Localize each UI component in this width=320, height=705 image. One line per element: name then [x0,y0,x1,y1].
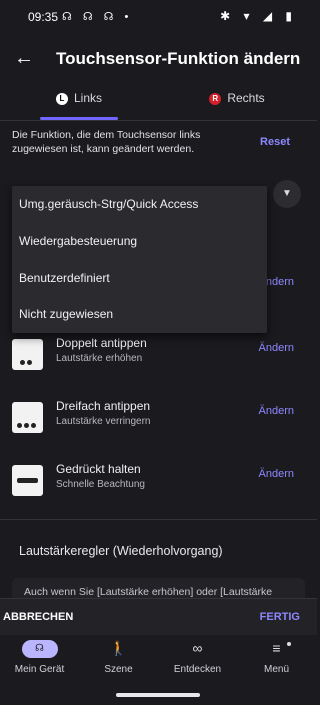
gesture-title: Dreifach antippen [56,399,151,413]
dropdown-caret-icon[interactable]: ▼ [273,180,301,208]
tab-left[interactable]: L Links [0,84,158,120]
nav-label: Entdecken [173,664,222,675]
menu-icon: ≡ [272,640,281,656]
status-bar: 09:35 ☊ ☊ ☊ • ✱ ▾ ◢ ▮ [0,0,317,34]
right-badge-icon: R [209,93,222,105]
section-divider [0,519,317,520]
notification-icons: ☊ ☊ ☊ • [62,11,133,23]
notification-dot-icon [287,642,291,646]
gesture-subtitle: Lautstärke verringern [56,416,151,427]
volume-section-title: Lautstärkeregler (Wiederholvorgang) [19,544,223,558]
app-bar: ← Touchsensor-Funktion ändern [0,40,317,80]
gesture-row-double-tap: Doppelt antippen Lautstärke erhöhen Ände… [0,334,317,382]
menu-item-custom[interactable]: Benutzerdefiniert [12,260,267,297]
reset-button[interactable]: Reset [260,136,290,148]
side-tabs: L Links R Rechts [0,84,317,121]
gesture-subtitle: Lautstärke erhöhen [56,353,143,364]
action-bar: ABBRECHEN FERTIG [0,598,317,635]
gesture-title: Gedrückt halten [56,462,141,476]
walking-person-icon: 🚶 [109,640,128,656]
volume-info-text: Auch wenn Sie [Lautstärke erhöhen] oder … [24,586,273,598]
change-button-triple-tap[interactable]: Ändern [259,405,294,417]
cancel-button[interactable]: ABBRECHEN [3,611,73,623]
change-button-double-tap[interactable]: Ändern [259,342,294,354]
nav-label: Mein Gerät [14,664,65,675]
tab-indicator [40,117,118,120]
nav-label: Menü [263,664,289,675]
gesture-subtitle: Schnelle Beachtung [56,479,145,490]
nav-menu[interactable]: ≡ Menü [237,638,316,675]
dropdown-menu: Umg.geräusch-Strg/Quick Access Wiedergab… [12,186,267,333]
page-title: Touchsensor-Funktion ändern [56,49,301,68]
menu-item-playback[interactable]: Wiedergabesteuerung [12,223,267,260]
left-badge-icon: L [55,93,68,105]
status-time: 09:35 [28,10,59,24]
triple-tap-icon [12,402,43,433]
back-arrow-icon[interactable]: ← [12,46,36,70]
nav-discover[interactable]: ∞ Entdecken [158,638,237,675]
change-button-hold[interactable]: Ändern [259,468,294,480]
system-status-icons: ✱ ▾ ◢ ▮ [220,9,297,23]
menu-item-quick-access[interactable]: Umg.geräusch-Strg/Quick Access [12,186,267,223]
press-hold-icon [12,465,43,496]
done-button[interactable]: FERTIG [260,611,300,623]
tab-right[interactable]: R Rechts [158,84,316,120]
menu-item-unassigned[interactable]: Nicht zugewiesen [12,296,267,333]
tab-left-label: Links [73,91,102,105]
gesture-row-triple-tap: Dreifach antippen Lautstärke verringern … [0,397,317,445]
gesture-title: Doppelt antippen [56,336,147,350]
description-text: Die Funktion, die dem Touchsensor links … [12,129,201,155]
tab-right-label: Rechts [227,91,265,105]
earbuds-icon: ☊ [21,640,58,658]
nav-my-device[interactable]: ☊ Mein Gerät [0,638,79,675]
double-tap-icon [12,339,43,370]
nav-label: Szene [104,664,133,675]
gesture-row-hold: Gedrückt halten Schnelle Beachtung Änder… [0,460,317,508]
home-indicator[interactable] [116,693,200,697]
binoculars-icon: ∞ [192,640,203,656]
nav-scene[interactable]: 🚶 Szene [79,638,158,675]
